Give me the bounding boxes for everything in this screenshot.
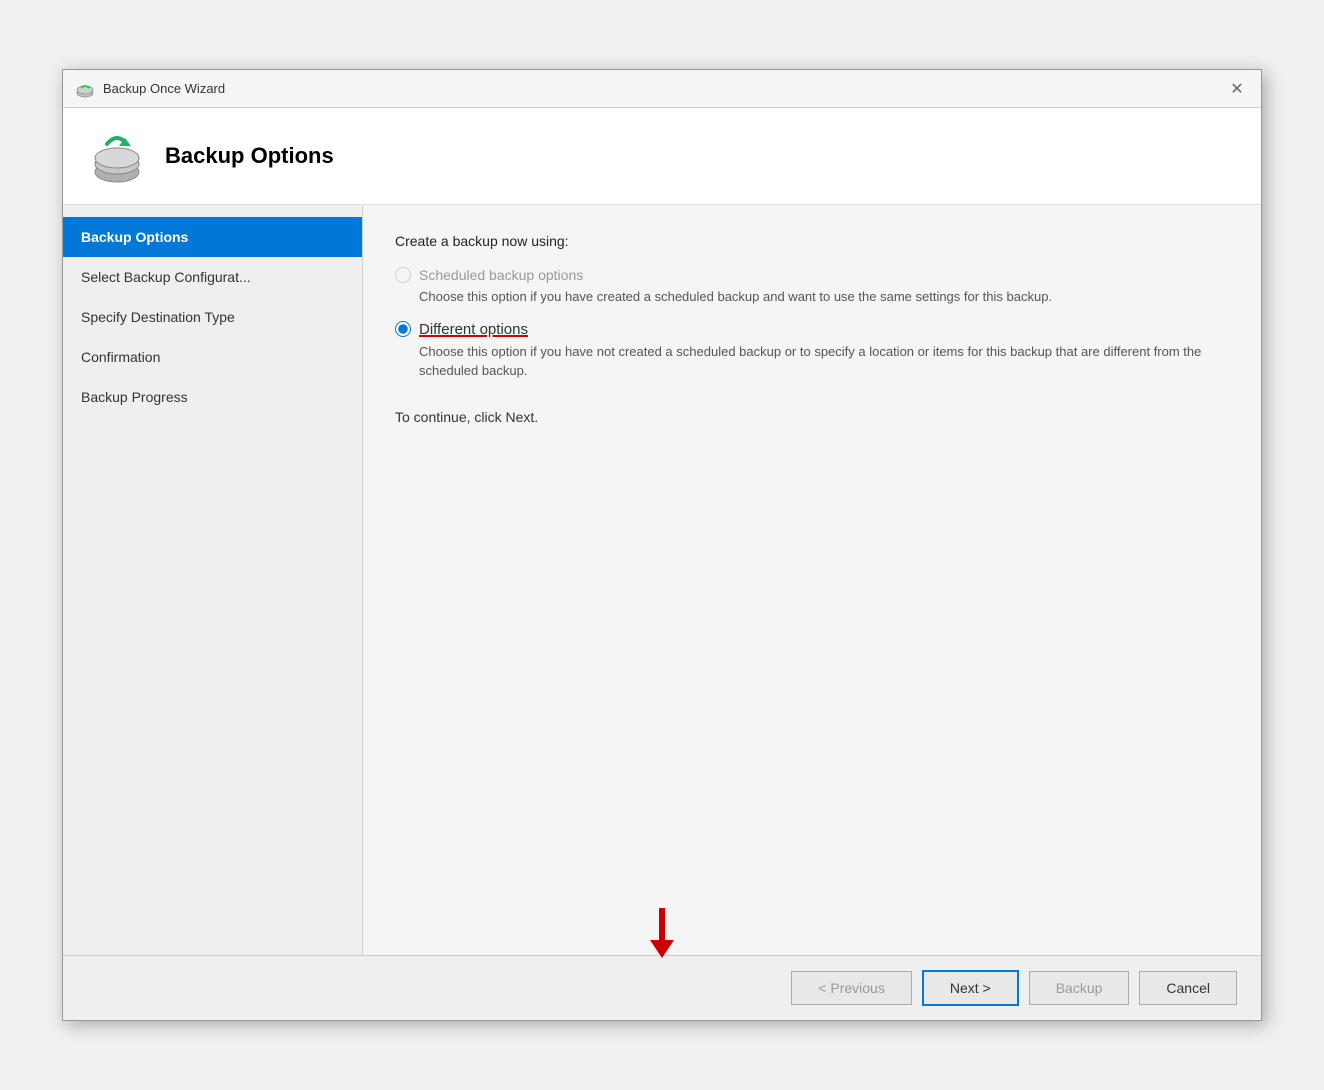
- next-arrow-indicator: [650, 908, 674, 958]
- radio-different-description: Choose this option if you have not creat…: [419, 342, 1229, 381]
- header-area: Backup Options: [63, 108, 1261, 205]
- arrow-head: [650, 940, 674, 958]
- title-bar-left: Backup Once Wizard: [75, 79, 225, 99]
- sidebar-item-confirmation[interactable]: Confirmation: [63, 337, 362, 377]
- window-icon: [75, 79, 95, 99]
- radio-scheduled-description: Choose this option if you have created a…: [419, 287, 1229, 307]
- header-title: Backup Options: [165, 143, 334, 169]
- backup-button[interactable]: Backup: [1029, 971, 1130, 1005]
- radio-option-scheduled: Scheduled backup options Choose this opt…: [395, 267, 1229, 307]
- continue-text: To continue, click Next.: [395, 409, 1229, 425]
- radio-different-label: Different options: [419, 321, 528, 338]
- section-label: Create a backup now using:: [395, 233, 1229, 249]
- previous-button[interactable]: < Previous: [791, 971, 912, 1005]
- sidebar-item-backup-options[interactable]: Backup Options: [63, 217, 362, 257]
- radio-different[interactable]: [395, 321, 411, 337]
- sidebar-item-backup-progress[interactable]: Backup Progress: [63, 377, 362, 417]
- radio-scheduled-label: Scheduled backup options: [419, 267, 583, 283]
- sidebar-item-select-backup[interactable]: Select Backup Configurat...: [63, 257, 362, 297]
- header-icon: [87, 126, 147, 186]
- radio-scheduled[interactable]: [395, 267, 411, 283]
- arrow-shaft: [659, 908, 665, 940]
- content-area: Backup Options Select Backup Configurat.…: [63, 205, 1261, 955]
- title-bar: Backup Once Wizard ✕: [63, 70, 1261, 108]
- close-button[interactable]: ✕: [1225, 77, 1249, 101]
- radio-group: Scheduled backup options Choose this opt…: [395, 267, 1229, 381]
- radio-option-different: Different options Choose this option if …: [395, 321, 1229, 381]
- next-button[interactable]: Next >: [922, 970, 1019, 1006]
- footer-area: < Previous Next > Backup Cancel: [63, 955, 1261, 1020]
- main-panel: Create a backup now using: Scheduled bac…: [363, 205, 1261, 955]
- sidebar: Backup Options Select Backup Configurat.…: [63, 205, 363, 955]
- sidebar-item-specify-destination[interactable]: Specify Destination Type: [63, 297, 362, 337]
- window-title: Backup Once Wizard: [103, 81, 225, 96]
- cancel-button[interactable]: Cancel: [1139, 971, 1237, 1005]
- wizard-window: Backup Once Wizard ✕ Backup Options Back…: [62, 69, 1262, 1021]
